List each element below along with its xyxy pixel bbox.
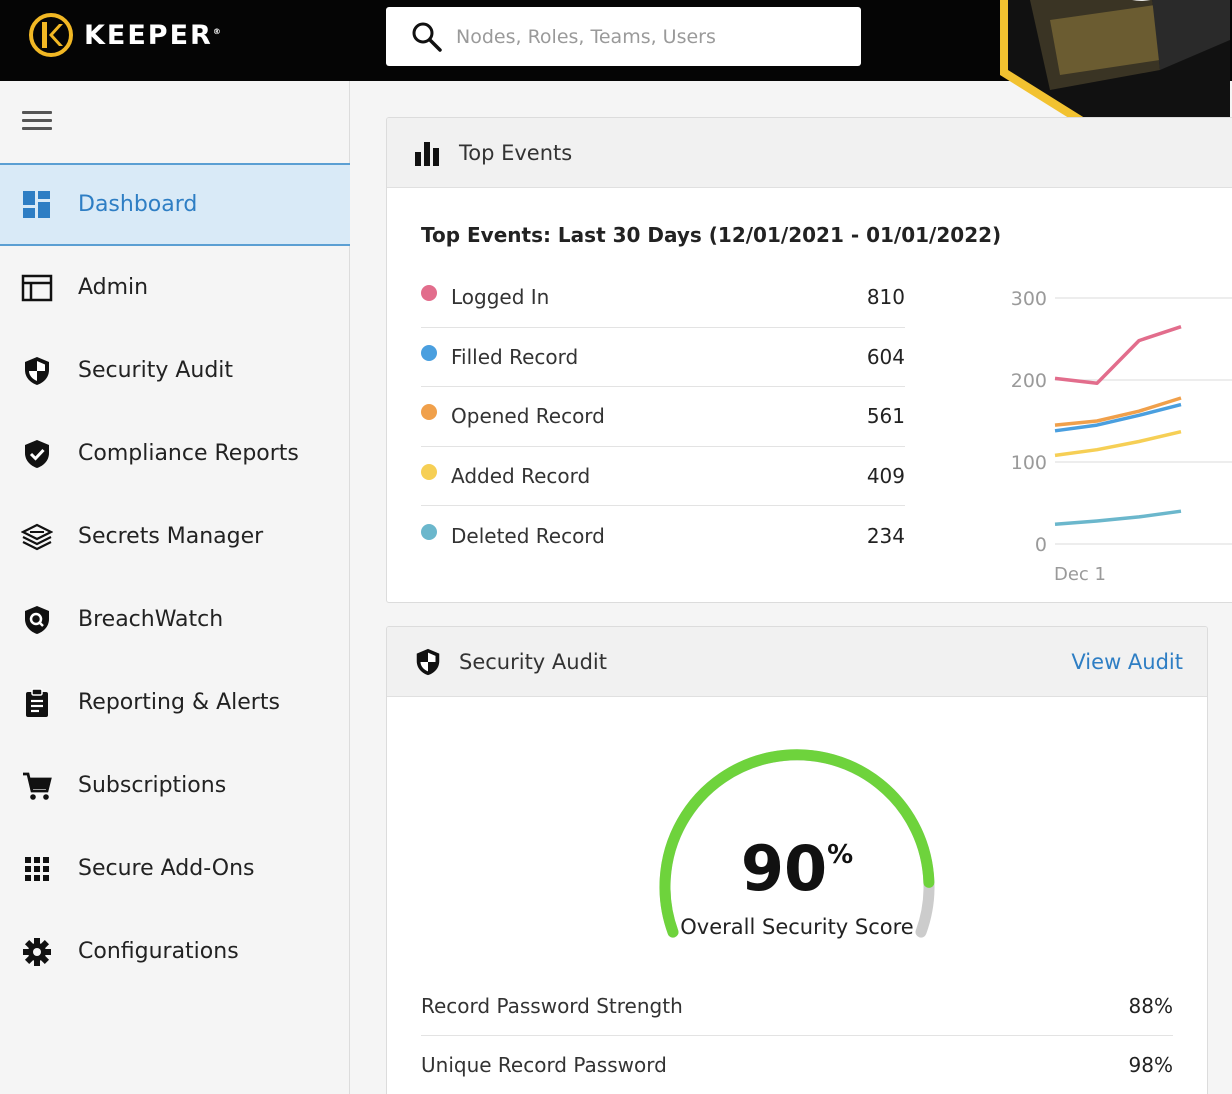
sidebar-item-reporting-alerts[interactable]: Reporting & Alerts (0, 661, 350, 744)
search-icon (412, 22, 442, 52)
event-count: 561 (866, 404, 905, 429)
event-color-dot (421, 285, 437, 302)
sidebar-item-dashboard[interactable]: Dashboard (0, 163, 350, 246)
clipboard-icon (20, 686, 54, 720)
chart-y-tick-label: 200 (1011, 370, 1047, 392)
chart-series-line (1054, 429, 1182, 458)
event-name: Opened Record (451, 404, 605, 429)
event-row-filled-record[interactable]: Filled Record 604 (421, 328, 905, 387)
sidebar-item-label: Secure Add-Ons (78, 856, 255, 881)
security-metrics-list: Record Password Strength 88% Unique Reco… (421, 977, 1173, 1094)
keeper-logo[interactable]: KEEPER® (28, 12, 223, 58)
layers-icon (20, 520, 54, 554)
event-count: 604 (866, 344, 905, 369)
metric-value: 88% (1128, 994, 1173, 1018)
menu-icon[interactable] (22, 111, 52, 135)
shield-half-icon (416, 648, 440, 675)
metric-row-password-strength: Record Password Strength 88% (421, 977, 1173, 1036)
sidebar-item-label: Security Audit (78, 358, 234, 383)
score-unit: % (827, 840, 854, 870)
search-input[interactable] (456, 25, 836, 48)
event-color-dot (421, 523, 437, 540)
chart-series-line (1054, 325, 1182, 386)
event-row-deleted-record[interactable]: Deleted Record 234 (421, 506, 905, 566)
top-events-header: Top Events (387, 118, 1232, 188)
event-name: Deleted Record (451, 523, 605, 548)
cart-icon (20, 769, 54, 803)
admin-window-icon (20, 271, 54, 305)
event-count: 810 (866, 285, 905, 310)
sidebar-item-secure-add-ons[interactable]: Secure Add-Ons (0, 827, 350, 910)
top-events-line-chart: 300 200 100 0 Dec 1 (1011, 288, 1232, 585)
sidebar-item-breachwatch[interactable]: BreachWatch (0, 578, 350, 661)
metric-name: Record Password Strength (421, 994, 683, 1018)
sidebar-item-label: Admin (78, 275, 149, 300)
event-count: 234 (866, 523, 905, 548)
sidebar-item-security-audit[interactable]: Security Audit (0, 329, 350, 412)
sidebar: Dashboard Admin Security Audit Complianc… (0, 81, 350, 1094)
grid-dots-icon (20, 852, 54, 886)
metric-value: 98% (1128, 1053, 1173, 1077)
sidebar-item-label: Compliance Reports (78, 441, 299, 466)
gear-icon (20, 935, 54, 969)
sidebar-item-label: Reporting & Alerts (78, 690, 280, 715)
security-audit-title: Security Audit (459, 649, 607, 674)
breachwatch-shield-icon (20, 603, 54, 637)
sidebar-item-label: BreachWatch (78, 607, 224, 632)
sidebar-item-admin[interactable]: Admin (0, 246, 350, 329)
security-audit-header: Security Audit View Audit (387, 627, 1207, 697)
event-name: Logged In (451, 285, 550, 310)
event-name: Filled Record (451, 344, 579, 369)
event-color-dot (421, 344, 437, 361)
sidebar-item-secrets-manager[interactable]: Secrets Manager (0, 495, 350, 578)
security-score-label: Overall Security Score (680, 915, 914, 939)
event-row-opened-record[interactable]: Opened Record 561 (421, 387, 905, 447)
event-row-added-record[interactable]: Added Record 409 (421, 447, 905, 506)
chart-y-tick-label: 100 (1011, 452, 1047, 474)
top-events-title: Top Events (459, 140, 573, 165)
event-color-dot (421, 463, 437, 480)
dashboard-icon (20, 188, 54, 222)
keeper-logo-icon (29, 13, 73, 57)
sidebar-item-configurations[interactable]: Configurations (0, 910, 350, 993)
security-score-value: 90% (740, 832, 854, 905)
sidebar-item-subscriptions[interactable]: Subscriptions (0, 744, 350, 827)
chart-x-tick-label: Dec 1 (1054, 564, 1106, 585)
event-count: 409 (866, 463, 905, 488)
shield-half-icon (20, 354, 54, 388)
sidebar-item-label: Secrets Manager (78, 524, 264, 549)
event-row-logged-in[interactable]: Logged In 810 (421, 268, 905, 328)
security-audit-card: Security Audit View Audit 90% Overall Se… (386, 626, 1208, 1094)
top-events-card: Top Events Top Events: Last 30 Days (12/… (386, 117, 1232, 603)
top-bar: KEEPER® (0, 0, 1232, 175)
events-list: Logged In 810 Filled Record 604 Opened R… (421, 268, 905, 566)
chart-y-tick-label: 0 (1035, 534, 1047, 556)
chart-y-tick-label: 300 (1011, 288, 1047, 310)
view-audit-link[interactable]: View Audit (1071, 650, 1183, 674)
brand-name: KEEPER® (84, 19, 223, 51)
sidebar-item-label: Dashboard (78, 192, 198, 217)
search-box[interactable] (386, 7, 861, 66)
event-color-dot (421, 404, 437, 421)
event-name: Added Record (451, 463, 591, 488)
sidebar-item-label: Configurations (78, 939, 239, 964)
sidebar-nav: Dashboard Admin Security Audit Complianc… (0, 163, 350, 993)
metric-name: Unique Record Password (421, 1053, 667, 1077)
shield-check-icon (20, 437, 54, 471)
sidebar-item-compliance-reports[interactable]: Compliance Reports (0, 412, 350, 495)
sidebar-item-label: Subscriptions (78, 773, 227, 798)
bar-chart-icon (415, 141, 439, 166)
top-events-subtitle: Top Events: Last 30 Days (12/01/2021 - 0… (421, 223, 1002, 247)
metric-row-unique-password: Unique Record Password 98% (421, 1036, 1173, 1094)
chart-series-line (1054, 509, 1182, 527)
